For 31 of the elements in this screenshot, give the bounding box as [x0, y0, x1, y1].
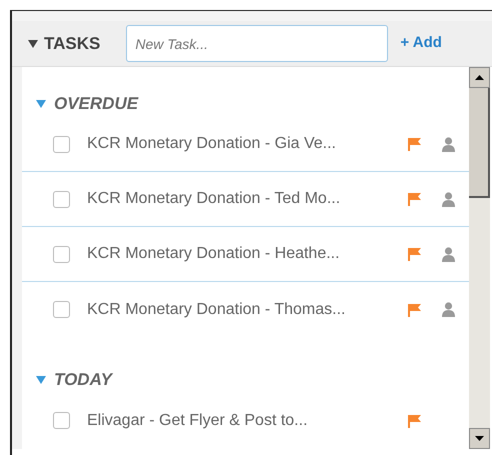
person-icon[interactable]	[442, 246, 454, 262]
flag-icon[interactable]	[406, 192, 422, 206]
down-arrow-icon	[475, 436, 484, 441]
person-icon[interactable]	[442, 302, 454, 317]
group-label[interactable]: OVERDUE	[54, 91, 138, 117]
person-icon[interactable]	[442, 192, 454, 206]
scrollbar[interactable]	[469, 67, 490, 449]
task-title[interactable]: KCR Monetary Donation - Heathe...	[87, 242, 340, 266]
task-title[interactable]: KCR Monetary Donation - Gia Ve...	[87, 132, 336, 156]
new-task-field[interactable]: New Task...	[126, 25, 388, 62]
task-checkbox[interactable]	[53, 246, 70, 262]
flag-icon[interactable]	[406, 414, 422, 428]
up-arrow-icon	[475, 75, 484, 80]
panel-title: TASKS	[44, 32, 100, 55]
flag-icon[interactable]	[406, 137, 422, 151]
scroll-thumb[interactable]	[469, 88, 490, 198]
scroll-down-button[interactable]	[469, 428, 490, 449]
add-button[interactable]: + Add	[400, 32, 442, 55]
task-title[interactable]: KCR Monetary Donation - Thomas...	[87, 298, 346, 322]
person-icon[interactable]	[442, 136, 454, 152]
flag-icon[interactable]	[406, 302, 422, 316]
task-title[interactable]: Elivagar - Get Flyer & Post to...	[87, 408, 308, 432]
group-label[interactable]: TODAY	[54, 367, 112, 393]
task-checkbox[interactable]	[53, 190, 70, 208]
task-checkbox[interactable]	[53, 412, 70, 429]
caret-icon[interactable]	[28, 40, 38, 48]
task-checkbox[interactable]	[53, 301, 70, 318]
task-checkbox[interactable]	[53, 136, 70, 152]
task-title[interactable]: KCR Monetary Donation - Ted Mo...	[87, 187, 340, 211]
flag-icon[interactable]	[406, 247, 422, 261]
scroll-up-button[interactable]	[469, 67, 490, 88]
